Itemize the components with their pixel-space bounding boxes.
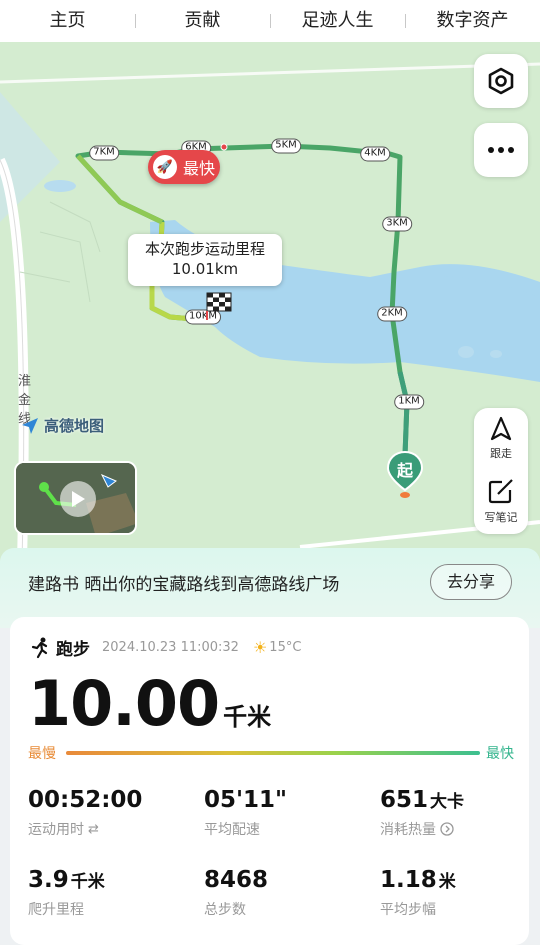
layers-button[interactable]: [474, 54, 528, 108]
start-pin: 起: [386, 450, 424, 504]
stat-value: 8468: [204, 867, 269, 893]
follow-button[interactable]: 跟走: [474, 416, 528, 461]
activity-datetime: 2024.10.23 11:00:32: [102, 640, 239, 655]
more-dots-icon: [488, 147, 514, 153]
stat-calories[interactable]: 651 大卡 消耗热量: [380, 787, 540, 839]
stat-label: 爬升里程: [28, 902, 84, 918]
tab-home[interactable]: 主页: [0, 6, 135, 36]
sun-icon: ☀: [252, 638, 268, 657]
stat-climb: 3.9 千米 爬升里程: [28, 867, 188, 919]
stat-label: 总步数: [204, 902, 246, 918]
follow-arrow-icon: [490, 416, 512, 441]
follow-label: 跟走: [490, 447, 512, 460]
activity-stats-card: 跑步 2024.10.23 11:00:32 ☀ 15°C 10.00 千米 最…: [10, 617, 529, 945]
share-button[interactable]: 去分享: [430, 564, 512, 600]
route-map[interactable]: 7KM 6KM 5KM 4KM 3KM 2KM 1KM 10KM 🚀 最快 本次…: [0, 42, 540, 562]
pond: [44, 180, 76, 192]
pace-gradient-legend: 最慢 最快: [28, 743, 514, 763]
km-marker-5: 5KM: [271, 138, 301, 154]
road-top: [0, 62, 540, 84]
callout-distance: 10.01km: [171, 260, 239, 278]
km-marker-4: 4KM: [360, 146, 390, 162]
stat-stride: 1.18 米 平均步幅: [380, 867, 540, 919]
info-arrow-icon[interactable]: [440, 822, 454, 836]
start-label: 起: [396, 461, 413, 480]
swap-icon[interactable]: ⇄: [88, 822, 99, 837]
fastest-point: [220, 143, 228, 151]
top-tab-bar: 主页 贡献 足迹人生 数字资产: [0, 0, 540, 42]
km-marker-2: 2KM: [377, 306, 407, 322]
brand-label: 高德地图: [44, 417, 105, 435]
stat-value: 1.18: [380, 867, 437, 893]
route-replay-thumbnail[interactable]: [14, 461, 137, 535]
distance-value: 10.00: [28, 667, 220, 740]
slowest-label: 最慢: [28, 746, 56, 762]
finish-flag-icon: [206, 292, 232, 320]
pace-gradient-bar: [66, 751, 480, 755]
fastest-label: 最快: [183, 159, 216, 178]
temperature: 15°C: [269, 640, 302, 655]
stat-value: 3.9: [28, 867, 69, 893]
fastest-legend-label: 最快: [486, 746, 514, 762]
stat-steps: 8468 总步数: [204, 867, 364, 919]
gaode-logo: 高德地图: [20, 415, 104, 436]
more-button[interactable]: [474, 123, 528, 177]
stat-value: 05'11": [204, 787, 288, 813]
route-share-banner: 建路书 晒出你的宝藏路线到高德路线广场 去分享: [0, 548, 540, 628]
km-marker-3: 3KM: [382, 216, 412, 232]
tab-digital-assets[interactable]: 数字资产: [405, 6, 540, 36]
fastest-badge[interactable]: 🚀 最快: [148, 150, 220, 184]
stat-unit: 大卡: [430, 792, 465, 812]
total-distance: 10.00 千米: [28, 667, 271, 740]
navigation-arrow-icon: [22, 417, 38, 434]
hexagon-settings-icon: [488, 67, 514, 95]
pond: [458, 346, 474, 358]
stat-value: 651: [380, 787, 429, 813]
stat-label: 运动用时: [28, 822, 84, 838]
trail: [19, 201, 101, 303]
running-icon: [31, 637, 48, 658]
activity-type: 跑步: [56, 640, 90, 660]
pencil-note-icon: [488, 479, 513, 504]
banner-text: 建路书 晒出你的宝藏路线到高德路线广场: [28, 575, 340, 595]
note-label: 写笔记: [484, 511, 518, 524]
write-note-button[interactable]: 写笔记: [474, 476, 528, 525]
stat-avg-pace: 05'11" 平均配速: [204, 787, 364, 839]
stat-unit: 千米: [70, 872, 105, 892]
stat-label: 平均配速: [204, 822, 260, 838]
stat-value: 00:52:00: [28, 787, 143, 813]
km-marker-1: 1KM: [394, 394, 424, 410]
play-button[interactable]: [60, 481, 96, 517]
km-marker-7: 7KM: [89, 145, 119, 161]
distance-unit: 千米: [223, 703, 272, 731]
tab-contribution[interactable]: 贡献: [135, 6, 270, 36]
activity-header: 跑步 2024.10.23 11:00:32 ☀ 15°C: [30, 635, 301, 660]
stat-label: 平均步幅: [380, 902, 436, 918]
stat-unit: 米: [438, 872, 456, 892]
rocket-icon: 🚀: [153, 155, 177, 179]
distance-callout: 本次跑步运动里程 10.01km: [128, 234, 282, 286]
map-tool-panel: 跟走 写笔记: [474, 408, 528, 534]
stat-duration: 00:52:00 运动用时 ⇄: [28, 787, 188, 839]
stat-label: 消耗热量: [380, 822, 436, 838]
pond: [490, 350, 502, 358]
play-icon: [72, 491, 85, 507]
callout-title: 本次跑步运动里程: [144, 240, 265, 258]
tab-footprint[interactable]: 足迹人生: [270, 6, 405, 36]
